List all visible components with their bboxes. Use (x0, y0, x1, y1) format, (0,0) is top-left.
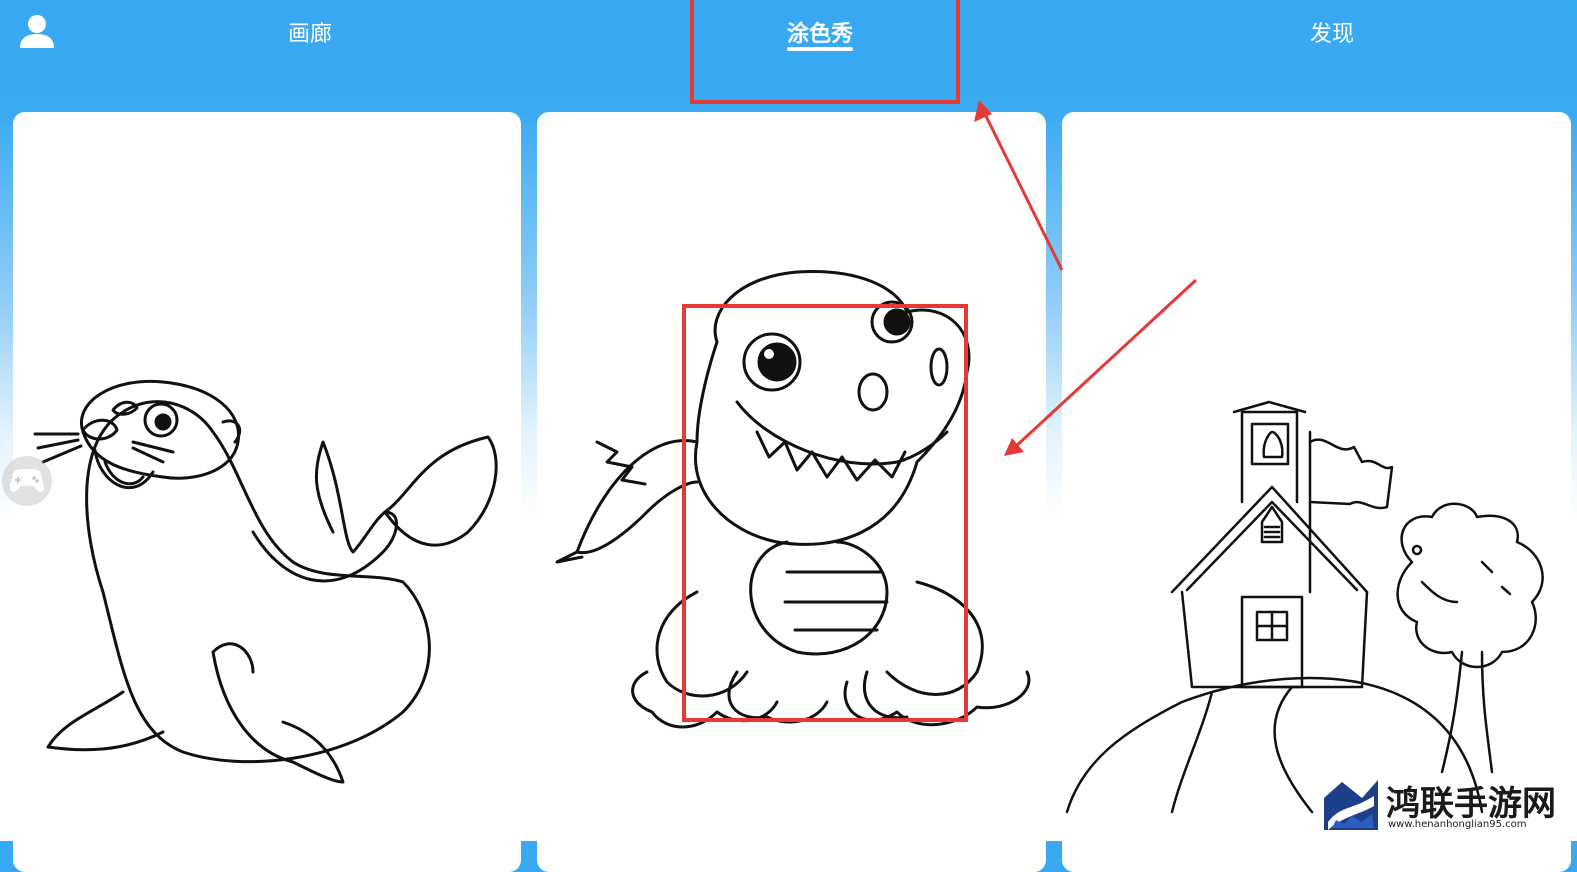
gamepad-icon (9, 469, 45, 492)
schoolhouse-line-art (1065, 400, 1544, 814)
gamepad-float-button[interactable] (2, 456, 52, 506)
user-icon[interactable] (18, 14, 56, 50)
active-tab-indicator (787, 47, 853, 51)
watermark-text: 鸿联手游网 (1386, 784, 1556, 824)
coloring-card-schoolhouse[interactable] (1062, 112, 1571, 872)
dinosaur-line-art (555, 269, 1031, 729)
watermark-url: www.henanhonglian95.com (1388, 819, 1527, 830)
tab-gallery[interactable]: 画廊 (270, 16, 350, 48)
watermark-logo-icon (1322, 776, 1380, 832)
coloring-card-dinosaur[interactable] (537, 112, 1046, 872)
tab-coloring-show[interactable]: 涂色秀 (780, 16, 860, 48)
seal-line-art (33, 379, 498, 784)
watermark: 鸿联手游网 www.henanhonglian95.com (1322, 776, 1562, 836)
tab-discover[interactable]: 发现 (1292, 16, 1372, 48)
top-navigation-bar: 画廊 涂色秀 发现 (0, 0, 1577, 110)
coloring-card-seal[interactable] (13, 112, 521, 872)
